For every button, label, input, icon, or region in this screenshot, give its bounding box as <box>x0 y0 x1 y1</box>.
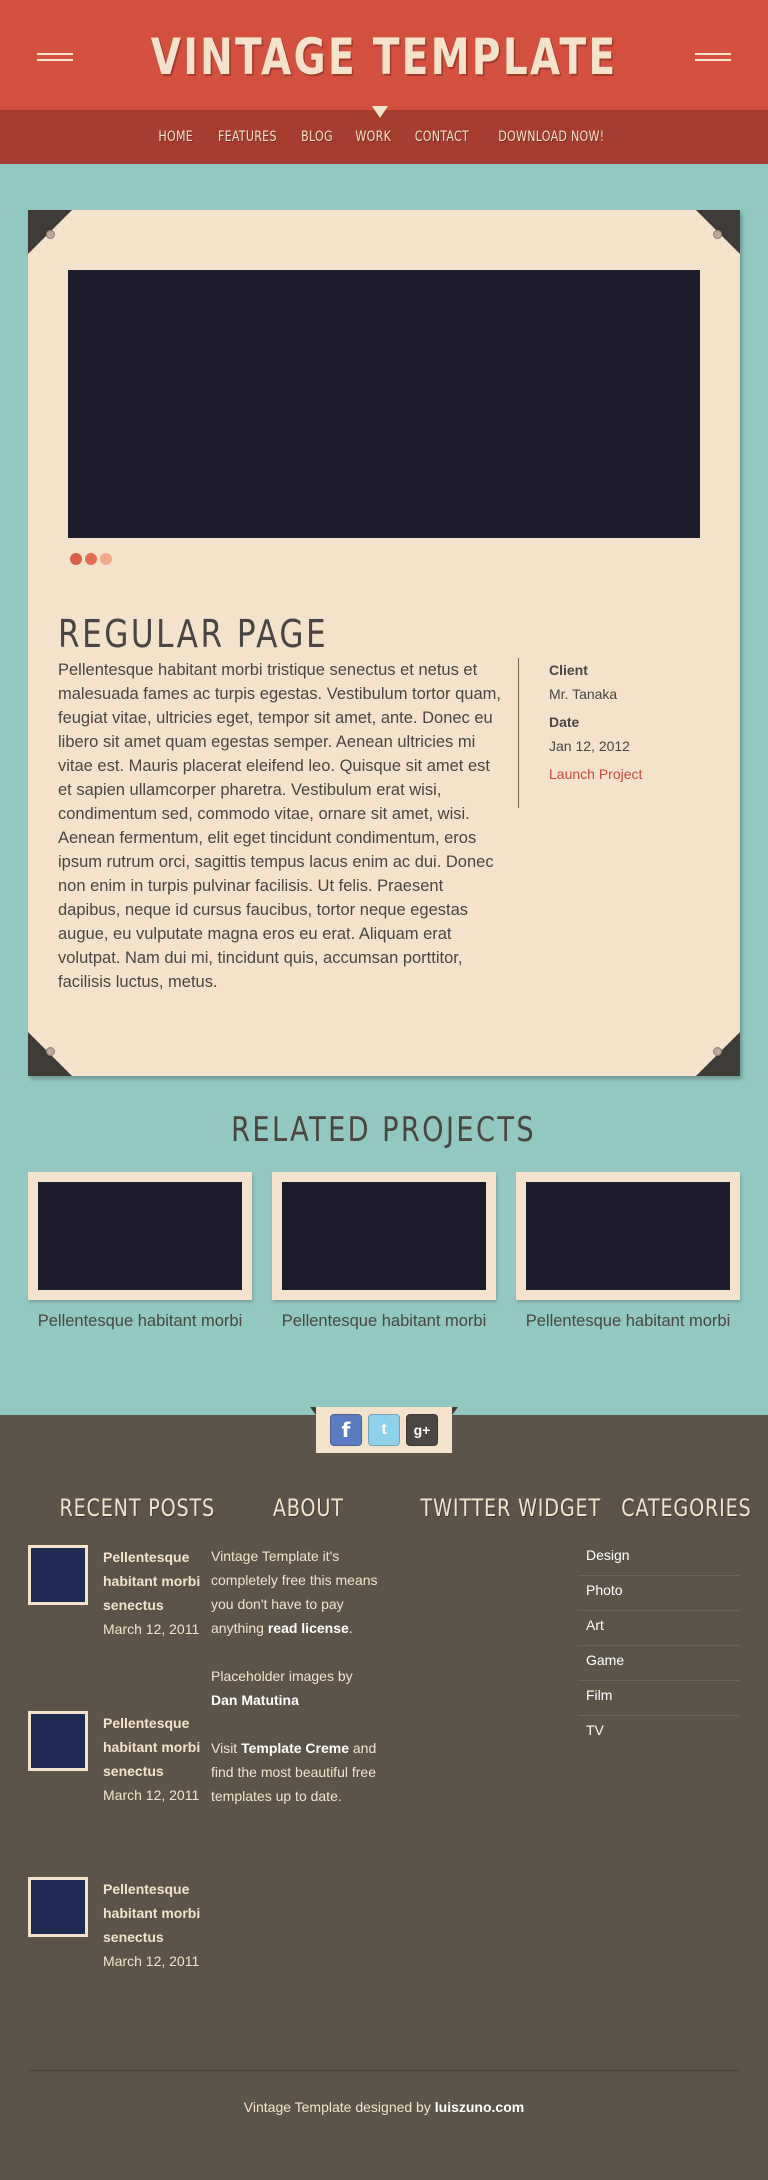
nav-home[interactable]: HOME <box>159 129 194 145</box>
launch-project-link[interactable]: Launch Project <box>549 766 718 782</box>
categories-list: Design Photo Art Game Film TV <box>578 1541 740 1751</box>
nav-download[interactable]: DOWNLOAD NOW! <box>498 129 604 145</box>
category-item-film[interactable]: Film <box>578 1681 740 1716</box>
date-value: Jan 12, 2012 <box>549 738 630 754</box>
post-title[interactable]: Pellentesque habitant morbi senectus <box>103 1545 223 1617</box>
client-label: Client <box>549 662 588 678</box>
related-project-thumb[interactable] <box>516 1172 740 1300</box>
pin-icon <box>713 230 722 239</box>
post-date: March 12, 2011 <box>103 1787 200 1803</box>
about-title: ABOUT <box>272 1494 344 1522</box>
content-card: REGULAR PAGE Pellentesque habitant morbi… <box>28 210 740 1076</box>
title-dash-left <box>36 53 73 61</box>
social-links: f t g+ <box>310 1407 458 1453</box>
post-date: March 12, 2011 <box>103 1621 200 1637</box>
related-project: Pellentesque habitant morbi <box>28 1172 252 1331</box>
category-item-game[interactable]: Game <box>578 1646 740 1681</box>
pin-icon <box>46 1047 55 1056</box>
related-project-thumb[interactable] <box>28 1172 252 1300</box>
twitter-icon[interactable]: t <box>368 1414 400 1446</box>
post-thumbnail[interactable] <box>28 1877 88 1937</box>
facebook-icon[interactable]: f <box>330 1414 362 1446</box>
related-project-thumb[interactable] <box>272 1172 496 1300</box>
template-creme-link[interactable]: Template Creme <box>241 1740 349 1756</box>
post-title[interactable]: Pellentesque habitant morbi senectus <box>103 1877 223 1949</box>
google-plus-icon[interactable]: g+ <box>406 1414 438 1446</box>
category-item-art[interactable]: Art <box>578 1611 740 1646</box>
related-project: Pellentesque habitant morbi <box>516 1172 740 1331</box>
title-dash-right <box>695 53 732 61</box>
twitter-widget-title: TWITTER WIDGET <box>420 1494 601 1522</box>
read-license-link[interactable]: read license <box>268 1620 349 1636</box>
pin-icon <box>46 230 55 239</box>
slider-dot-3[interactable] <box>100 553 112 565</box>
nav-blog[interactable]: BLOG <box>301 129 333 145</box>
pin-icon <box>713 1047 722 1056</box>
main-nav: HOME FEATURES BLOG WORK CONTACT DOWNLOAD… <box>0 110 768 164</box>
post-date: March 12, 2011 <box>103 1953 200 1969</box>
related-project-caption[interactable]: Pellentesque habitant morbi <box>28 1312 252 1331</box>
slider-pagination <box>70 553 115 565</box>
related-project-caption[interactable]: Pellentesque habitant morbi <box>516 1312 740 1331</box>
site-title[interactable]: VINTAGE TEMPLATE <box>151 28 618 86</box>
related-projects-title: RELATED PROJECTS <box>231 1110 537 1150</box>
site-header: VINTAGE TEMPLATE <box>0 0 768 110</box>
post-thumbnail[interactable] <box>28 1545 88 1605</box>
page-body-text: Pellentesque habitant morbi tristique se… <box>58 661 501 991</box>
related-project-caption[interactable]: Pellentesque habitant morbi <box>272 1312 496 1331</box>
client-value: Mr. Tanaka <box>549 686 618 702</box>
page-title: REGULAR PAGE <box>58 612 329 656</box>
nav-features[interactable]: FEATURES <box>218 129 277 145</box>
nav-contact[interactable]: CONTACT <box>415 129 469 145</box>
recent-posts-title: RECENT POSTS <box>59 1494 216 1522</box>
nav-work[interactable]: WORK <box>355 129 391 145</box>
slider-dot-2[interactable] <box>85 553 97 565</box>
category-item-tv[interactable]: TV <box>578 1716 740 1751</box>
category-item-photo[interactable]: Photo <box>578 1576 740 1611</box>
nav-caret-icon <box>372 106 388 118</box>
image-slider[interactable] <box>68 270 700 538</box>
about-text: Vintage Template it's completely free th… <box>211 1548 378 1804</box>
project-meta: Client Mr. Tanaka Date Jan 12, 2012 Laun… <box>518 658 718 808</box>
luiszuno-link[interactable]: luiszuno.com <box>435 2099 524 2115</box>
post-thumbnail[interactable] <box>28 1711 88 1771</box>
site-title-wrap: VINTAGE TEMPLATE <box>0 22 768 92</box>
dan-matutina-link[interactable]: Dan Matutina <box>211 1692 299 1708</box>
category-item-design[interactable]: Design <box>578 1541 740 1576</box>
categories-title: CATEGORIES <box>621 1494 752 1522</box>
footer-divider <box>28 2070 740 2071</box>
footer-credit: Vintage Template designed by luiszuno.co… <box>243 2099 525 2115</box>
post-title[interactable]: Pellentesque habitant morbi senectus <box>103 1711 223 1783</box>
slider-dot-1[interactable] <box>70 553 82 565</box>
date-label: Date <box>549 714 580 730</box>
related-project: Pellentesque habitant morbi <box>272 1172 496 1331</box>
